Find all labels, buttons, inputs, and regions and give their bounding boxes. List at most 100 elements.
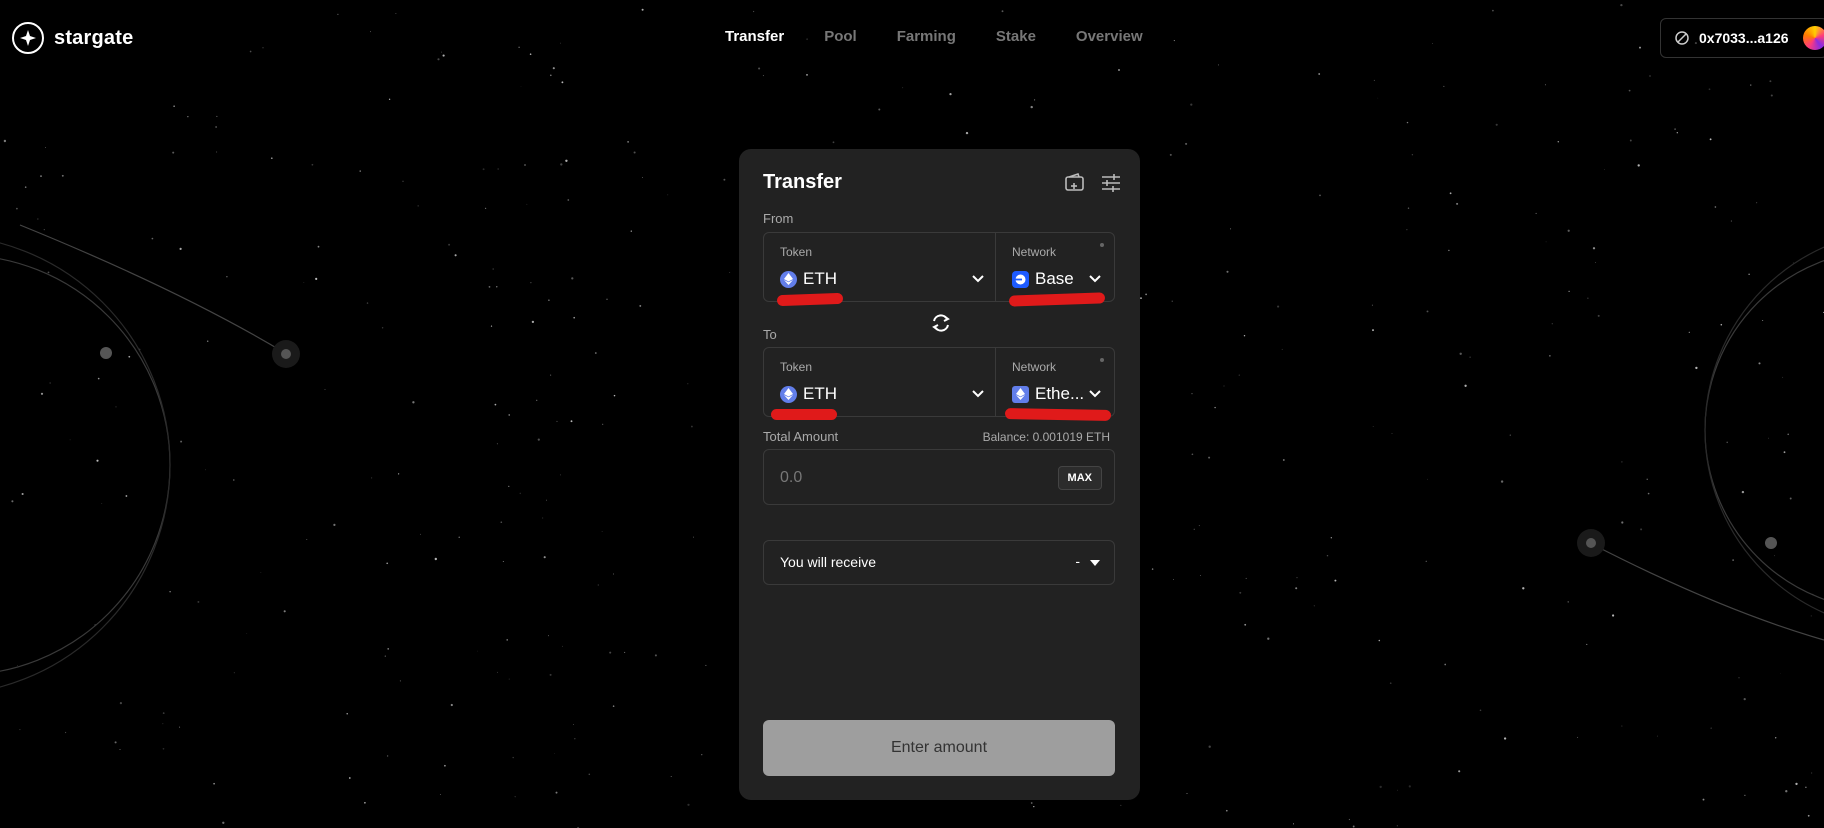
star: [402, 180, 404, 182]
nav-stake[interactable]: Stake: [996, 28, 1036, 45]
star: [565, 159, 568, 162]
star: [1780, 673, 1781, 674]
star: [524, 164, 526, 166]
star: [96, 459, 99, 462]
star: [420, 533, 422, 535]
star: [450, 703, 453, 707]
star: [97, 377, 100, 380]
star: [519, 492, 522, 495]
star: [613, 573, 614, 575]
star: [1406, 229, 1408, 231]
star: [1193, 528, 1195, 530]
star: [1774, 737, 1777, 739]
from-network-select[interactable]: Network Base: [996, 233, 1114, 301]
star: [1774, 555, 1775, 557]
enter-amount-button[interactable]: Enter amount: [763, 720, 1115, 776]
network-indicator-dot: [1100, 243, 1104, 247]
star: [1500, 480, 1504, 483]
receive-dropdown[interactable]: You will receive -: [763, 540, 1115, 585]
star: [324, 388, 326, 390]
star: [1649, 75, 1651, 77]
star: [606, 298, 608, 300]
star: [1214, 406, 1216, 409]
star: [1787, 433, 1790, 436]
settings-sliders-icon[interactable]: [1099, 171, 1123, 195]
star: [442, 54, 445, 57]
star: [627, 140, 630, 143]
star: [477, 650, 478, 652]
star: [497, 671, 498, 673]
star: [561, 81, 564, 84]
star: [1190, 103, 1193, 106]
star: [594, 352, 597, 354]
star: [492, 268, 495, 270]
star: [573, 724, 574, 725]
network-indicator-dot: [1100, 358, 1104, 362]
star: [1223, 385, 1225, 387]
to-network-select[interactable]: Network Ethe...: [996, 348, 1114, 416]
star: [213, 782, 215, 785]
star: [537, 438, 540, 441]
star: [1449, 192, 1452, 195]
star: [246, 632, 248, 634]
star: [397, 473, 400, 475]
amount-input[interactable]: [778, 464, 1022, 492]
star: [444, 764, 446, 767]
star: [484, 207, 487, 210]
star: [560, 163, 563, 166]
star: [494, 403, 497, 406]
star: [690, 425, 693, 428]
star: [1391, 432, 1393, 434]
star: [169, 591, 171, 593]
star: [311, 163, 314, 166]
star: [508, 485, 510, 488]
wallet-button[interactable]: 0x7033...a126: [1660, 18, 1824, 58]
base-network-icon: [1012, 270, 1029, 288]
star: [529, 53, 532, 55]
star: [949, 92, 952, 96]
stargate-logo[interactable]: stargate: [12, 22, 133, 54]
nav-overview[interactable]: Overview: [1076, 28, 1143, 45]
star: [1750, 84, 1752, 86]
nav-transfer[interactable]: Transfer: [725, 28, 784, 45]
star: [1267, 637, 1270, 640]
star: [306, 539, 308, 541]
star: [543, 556, 546, 559]
chevron-down-icon: [1089, 275, 1101, 283]
star: [47, 271, 50, 274]
star: [388, 98, 391, 100]
star: [1169, 153, 1172, 156]
max-button[interactable]: MAX: [1057, 466, 1102, 490]
star: [1244, 623, 1247, 626]
star: [1034, 99, 1036, 101]
star: [1676, 132, 1678, 134]
star: [832, 141, 835, 144]
star: [21, 492, 24, 496]
star: [965, 131, 969, 135]
star: [1377, 97, 1379, 99]
swap-direction-icon[interactable]: [929, 311, 953, 335]
star: [206, 340, 209, 342]
add-wallet-icon[interactable]: [1063, 171, 1087, 195]
star: [1217, 64, 1219, 66]
star: [701, 754, 703, 756]
main-nav: Transfer Pool Farming Stake Overview: [725, 28, 1143, 45]
star: [548, 299, 550, 302]
eth-icon: [780, 385, 797, 403]
star: [555, 791, 558, 794]
from-token-value: ETH: [803, 269, 837, 288]
transfer-card: Transfer From Token ETH Network Base To …: [739, 149, 1140, 800]
from-token-select[interactable]: Token ETH: [764, 233, 996, 301]
star: [1647, 492, 1650, 495]
amount-field: MAX: [763, 449, 1115, 505]
nav-pool[interactable]: Pool: [824, 28, 857, 45]
to-token-select[interactable]: Token ETH: [764, 348, 996, 416]
star: [1313, 605, 1315, 607]
star: [1612, 614, 1615, 617]
star: [1245, 577, 1247, 579]
star: [1277, 305, 1280, 308]
star: [371, 477, 373, 479]
star: [1744, 794, 1746, 796]
star: [1620, 3, 1623, 7]
nav-farming[interactable]: Farming: [897, 28, 956, 45]
